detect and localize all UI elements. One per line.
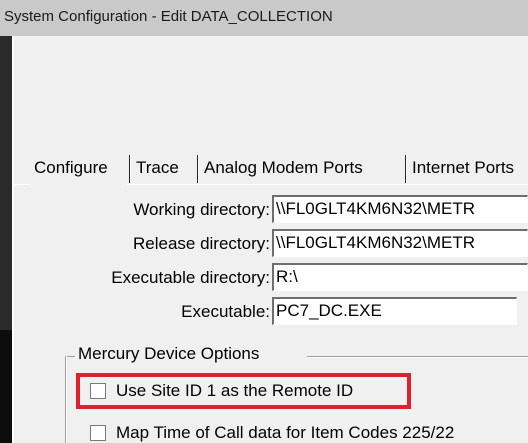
map-time-checkbox[interactable]: [90, 425, 106, 441]
release-directory-label: Release directory:: [132, 234, 270, 253]
group-box-border-highlight: [66, 356, 67, 443]
executable-directory-label: Executable directory:: [111, 268, 270, 287]
tab-divider: [405, 155, 408, 183]
group-box-border-highlight: [307, 357, 528, 358]
tab-configure-label: Configure: [34, 158, 108, 177]
tab-analog-modem-ports[interactable]: Analog Modem Ports: [201, 131, 403, 185]
tab-divider: [129, 155, 132, 183]
map-time-label[interactable]: Map Time of Call data for Item Codes 225…: [116, 423, 454, 443]
working-directory-label: Working directory:: [133, 200, 270, 219]
executable-directory-field[interactable]: R:\: [272, 263, 528, 291]
tab-divider: [197, 155, 200, 183]
tab-trace-label: Trace: [136, 158, 179, 177]
window-title: System Configuration - Edit DATA_COLLECT…: [4, 8, 333, 25]
executable-label: Executable:: [181, 302, 270, 321]
background-window-edge-lower: [0, 330, 12, 443]
tab-internet-ports[interactable]: Internet Ports: [409, 131, 528, 185]
highlight-annotation: [76, 373, 411, 409]
tab-configure[interactable]: Configure: [31, 131, 127, 185]
working-directory-field[interactable]: \\FL0GLT4KM6N32\METR: [272, 195, 528, 223]
tab-analog-modem-ports-label: Analog Modem Ports: [204, 158, 363, 177]
tab-internet-ports-label: Internet Ports: [412, 158, 515, 177]
mercury-device-options-label: Mercury Device Options: [78, 344, 260, 364]
tab-trace[interactable]: Trace: [133, 131, 195, 185]
release-directory-field[interactable]: \\FL0GLT4KM6N32\METR: [272, 229, 528, 257]
title-bar[interactable]: System Configuration - Edit DATA_COLLECT…: [0, 0, 528, 36]
executable-field[interactable]: PC7_DC.EXE: [272, 297, 517, 325]
